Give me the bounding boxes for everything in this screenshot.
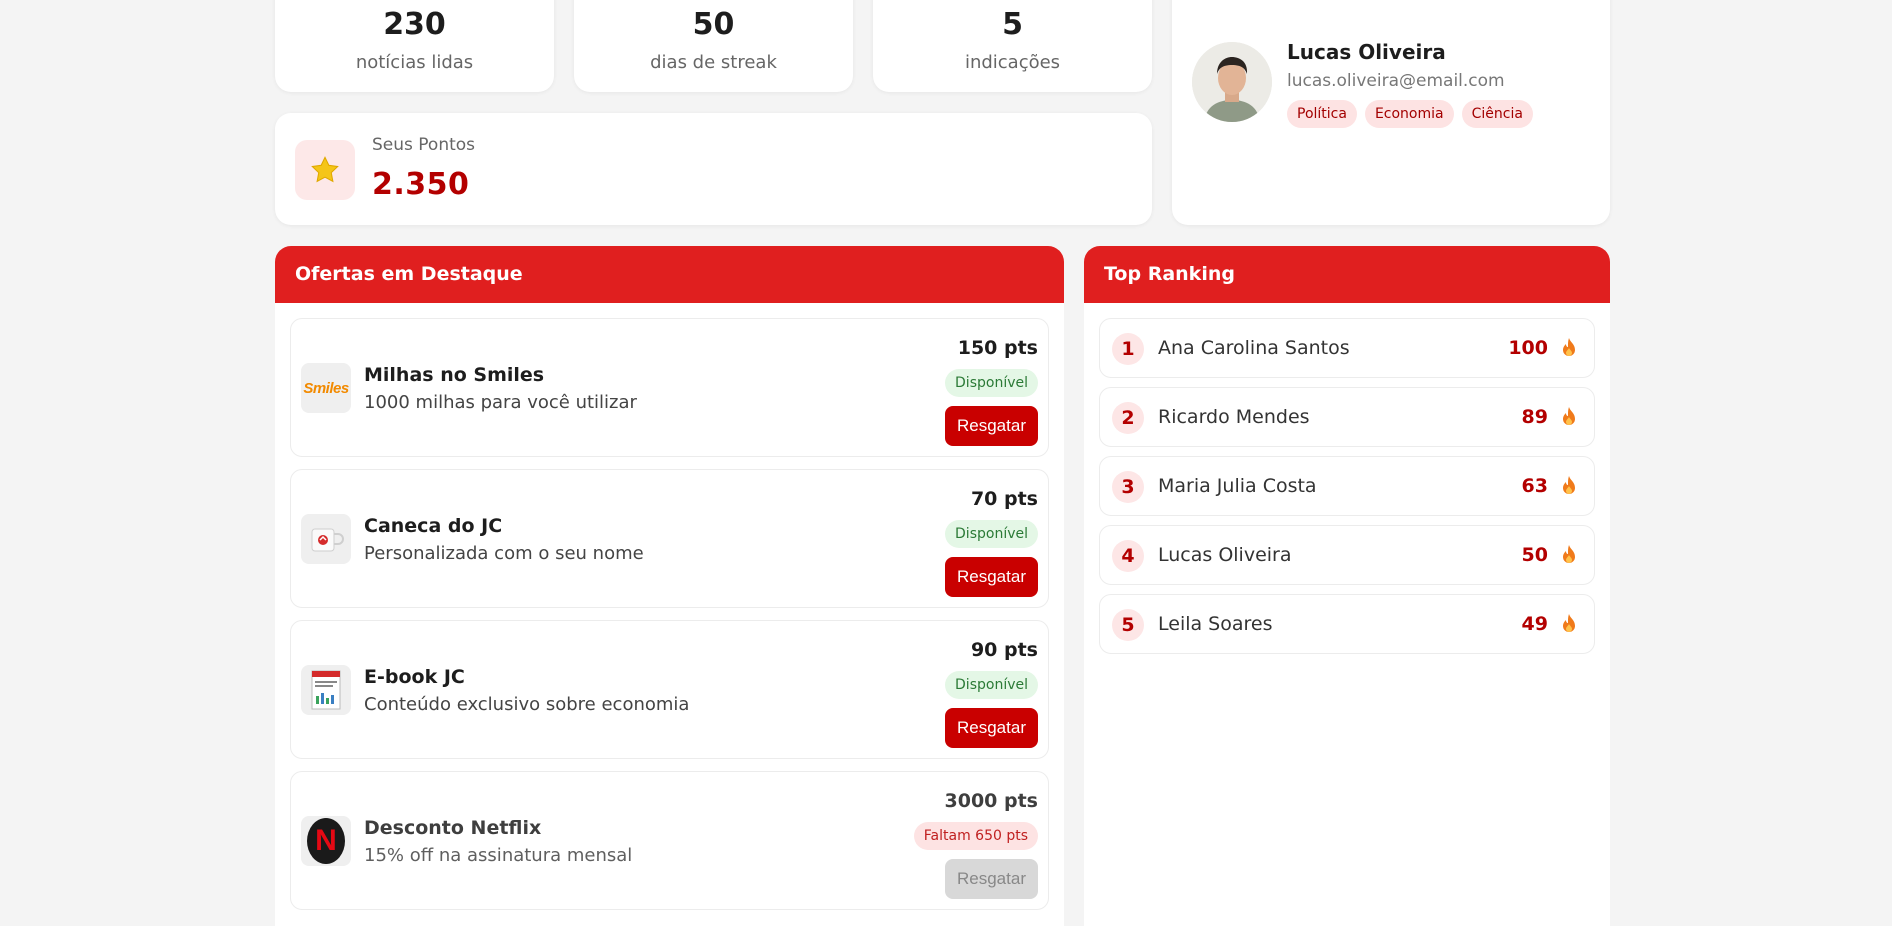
offer-title: Caneca do JC [364,515,503,537]
fire-icon [1560,406,1578,432]
stat-referrals: 5 indicações [873,0,1152,92]
rank-position: 3 [1112,471,1144,503]
rank-name: Maria Julia Costa [1158,475,1317,497]
rank-points: 49 [1521,613,1548,635]
offer-description: 15% off na assinatura mensal [364,845,633,866]
status-badge: Disponível [945,671,1038,699]
points-card: Seus Pontos 2.350 [275,113,1152,225]
fire-icon [1560,337,1578,363]
points-value: 2.350 [372,167,470,202]
rank-name: Ana Carolina Santos [1158,337,1350,359]
rank-position: 4 [1112,540,1144,572]
ranking-row: 4 Lucas Oliveira 50 [1099,525,1595,585]
profile-card: Lucas Oliveira lucas.oliveira@email.com … [1172,0,1610,225]
offer-points: 150 pts [957,337,1038,359]
redeem-button[interactable]: Resgatar [945,406,1038,446]
offer-title: Milhas no Smiles [364,364,545,386]
offer-title: E-book JC [364,666,465,688]
smiles-logo-text: Smiles [303,379,349,397]
ebook-icon [301,665,351,715]
rank-points: 100 [1508,337,1548,359]
fire-icon [1560,613,1578,639]
rank-position: 5 [1112,609,1144,641]
offers-title: Ofertas em Destaque [275,246,1064,303]
offer-points: 90 pts [970,639,1038,661]
ranking-row: 1 Ana Carolina Santos 100 [1099,318,1595,378]
stat-label: indicações [964,52,1061,73]
offer-description: Conteúdo exclusivo sobre economia [364,694,690,715]
top-ranking-panel: Top Ranking 1 Ana Carolina Santos 100 2 … [1084,246,1610,926]
rank-name: Leila Soares [1158,613,1273,635]
offer-item: Smiles Milhas no Smiles 1000 milhas para… [290,318,1049,457]
fire-icon [1560,475,1578,501]
rank-name: Lucas Oliveira [1158,544,1292,566]
rank-name: Ricardo Mendes [1158,406,1310,428]
rank-position: 2 [1112,402,1144,434]
stat-value: 50 [692,7,735,42]
profile-name: Lucas Oliveira [1287,40,1446,64]
status-badge: Disponível [945,520,1038,548]
offer-description: Personalizada com o seu nome [364,543,644,564]
smiles-logo-icon: Smiles [301,363,351,413]
redeem-button[interactable]: Resgatar [945,859,1038,899]
offer-points: 70 pts [970,488,1038,510]
tag-economia[interactable]: Economia [1364,100,1454,128]
mug-icon [301,514,351,564]
stat-news-read: 230 notícias lidas [275,0,554,92]
netflix-logo-icon: N [301,816,351,866]
interest-tags: Política Economia Ciência [1287,100,1533,128]
offer-item: E-book JC Conteúdo exclusivo sobre econo… [290,620,1049,759]
netflix-logo-text: N [315,824,337,857]
redeem-button[interactable]: Resgatar [945,708,1038,748]
stat-label: dias de streak [650,52,777,73]
offer-points: 3000 pts [944,790,1039,812]
tag-ciencia[interactable]: Ciência [1461,100,1533,128]
star-icon [295,140,355,200]
stat-streak-days: 50 dias de streak [574,0,853,92]
points-label: Seus Pontos [372,135,476,155]
status-badge: Faltam 650 pts [913,822,1038,850]
profile-email: lucas.oliveira@email.com [1287,71,1505,91]
stat-value: 5 [1002,7,1023,42]
status-badge: Disponível [945,369,1038,397]
stat-value: 230 [383,7,446,42]
avatar[interactable] [1192,42,1272,122]
featured-offers-panel: Ofertas em Destaque Smiles Milhas no Smi… [275,246,1064,926]
ranking-row: 5 Leila Soares 49 [1099,594,1595,654]
rank-points: 50 [1521,544,1548,566]
offer-item: N Desconto Netflix 15% off na assinatura… [290,771,1049,910]
offer-item: Caneca do JC Personalizada com o seu nom… [290,469,1049,608]
ranking-row: 2 Ricardo Mendes 89 [1099,387,1595,447]
ranking-title: Top Ranking [1084,246,1610,303]
redeem-button[interactable]: Resgatar [945,557,1038,597]
rank-position: 1 [1112,333,1144,365]
rank-points: 63 [1521,475,1548,497]
stat-label: notícias lidas [355,52,474,73]
ranking-row: 3 Maria Julia Costa 63 [1099,456,1595,516]
offer-description: 1000 milhas para você utilizar [364,392,637,413]
offer-title: Desconto Netflix [364,817,542,839]
rank-points: 89 [1521,406,1548,428]
tag-politica[interactable]: Política [1287,100,1357,128]
fire-icon [1560,544,1578,570]
